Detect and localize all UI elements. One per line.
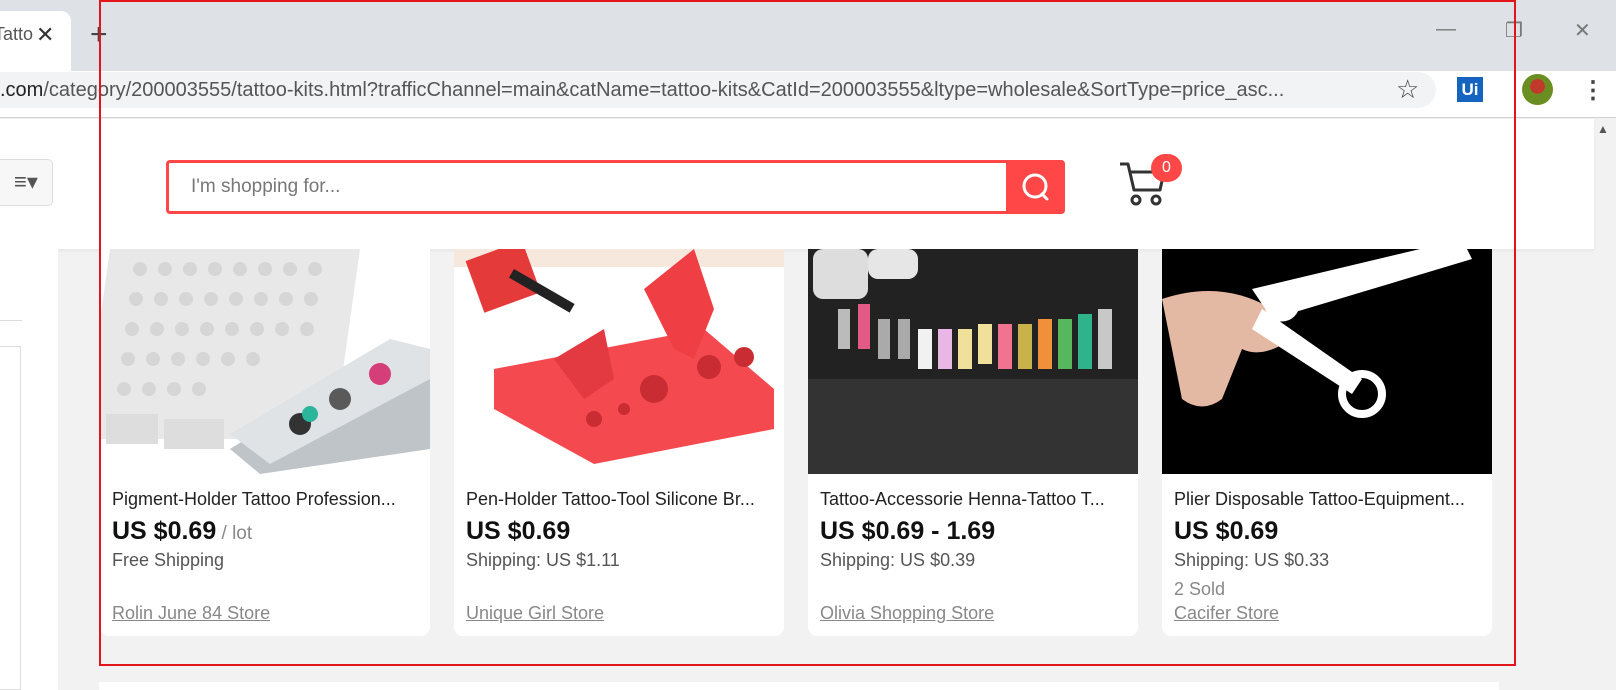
product-card[interactable]: Tattoo-Accessorie Henna-Tattoo T... US $… xyxy=(808,249,1138,636)
sidebar-divider xyxy=(0,320,22,321)
price-value: US $0.69 xyxy=(112,517,217,545)
product-card[interactable]: Pen-Holder Tattoo-Tool Silicone Br... US… xyxy=(454,249,784,636)
product-image[interactable] xyxy=(1162,249,1492,474)
nozzle-tips-image xyxy=(808,249,1138,474)
price-value: US $0.69 xyxy=(466,517,571,545)
search-button[interactable] xyxy=(1006,160,1065,214)
price-value: US $0.69 xyxy=(1174,517,1279,545)
product-image[interactable] xyxy=(100,249,430,474)
product-title[interactable]: Pigment-Holder Tattoo Profession... xyxy=(112,489,428,510)
pen-holder-image xyxy=(454,249,784,464)
tab-title: Tatto xyxy=(0,24,34,44)
restore-icon[interactable]: ❐ xyxy=(1505,18,1523,43)
pagination-bar xyxy=(99,682,1499,690)
bookmark-star-icon[interactable]: ☆ xyxy=(1396,74,1419,105)
pigment-holder-image xyxy=(100,249,430,474)
category-menu-button[interactable]: ≡▾ xyxy=(0,159,53,206)
product-title[interactable]: Tattoo-Accessorie Henna-Tattoo T... xyxy=(820,489,1136,510)
window-close-icon[interactable]: ✕ xyxy=(1574,18,1591,43)
store-link[interactable]: Olivia Shopping Store xyxy=(820,603,994,624)
product-image[interactable] xyxy=(454,249,784,474)
extension-icon[interactable]: Ui xyxy=(1457,77,1483,102)
search-input[interactable] xyxy=(169,163,1007,211)
sidebar-filter-box xyxy=(0,346,21,690)
store-link[interactable]: Rolin June 84 Store xyxy=(112,603,270,624)
url-text[interactable]: .com/category/200003555/tattoo-kits.html… xyxy=(0,79,1368,102)
product-image[interactable] xyxy=(808,249,1138,474)
url-path: /category/200003555/tattoo-kits.html?tra… xyxy=(43,79,1285,101)
scroll-up-arrow-icon[interactable]: ▲ xyxy=(1597,122,1609,136)
shipping-info: Shipping: US $0.39 xyxy=(820,550,976,570)
store-link[interactable]: Unique Girl Store xyxy=(466,603,604,624)
plier-image xyxy=(1162,249,1492,474)
browser-tab-strip xyxy=(0,0,1616,71)
sold-count: 2 Sold xyxy=(1174,579,1226,599)
product-price: US $0.69 - 1.69 xyxy=(820,517,995,546)
shipping-info: Shipping: US $0.33 xyxy=(1174,550,1330,570)
product-card[interactable]: Plier Disposable Tattoo-Equipment... US … xyxy=(1162,249,1492,636)
minimize-icon[interactable]: — xyxy=(1436,18,1456,41)
product-card[interactable]: Pigment-Holder Tattoo Profession... US $… xyxy=(100,249,430,636)
product-price: US $0.69 xyxy=(466,517,570,546)
search-icon xyxy=(1022,173,1049,201)
new-tab-button[interactable]: + xyxy=(90,18,108,52)
close-icon[interactable]: ✕ xyxy=(36,22,54,48)
product-price: US $0.69 / lot xyxy=(112,517,252,546)
browser-menu-icon[interactable]: ⋮ xyxy=(1581,76,1605,105)
product-price: US $0.69 xyxy=(1174,517,1278,546)
price-unit: / lot xyxy=(216,523,253,544)
shipping-info: Free Shipping xyxy=(112,550,225,570)
profile-avatar[interactable] xyxy=(1522,74,1553,105)
price-value: US $0.69 - 1.69 xyxy=(820,517,996,545)
store-link[interactable]: Cacifer Store xyxy=(1174,603,1279,624)
url-host: .com xyxy=(0,79,44,101)
cart-count-badge: 0 xyxy=(1151,154,1182,182)
product-title[interactable]: Plier Disposable Tattoo-Equipment... xyxy=(1174,489,1490,510)
product-title[interactable]: Pen-Holder Tattoo-Tool Silicone Br... xyxy=(466,489,782,510)
shipping-info: Shipping: US $1.11 xyxy=(466,550,620,570)
